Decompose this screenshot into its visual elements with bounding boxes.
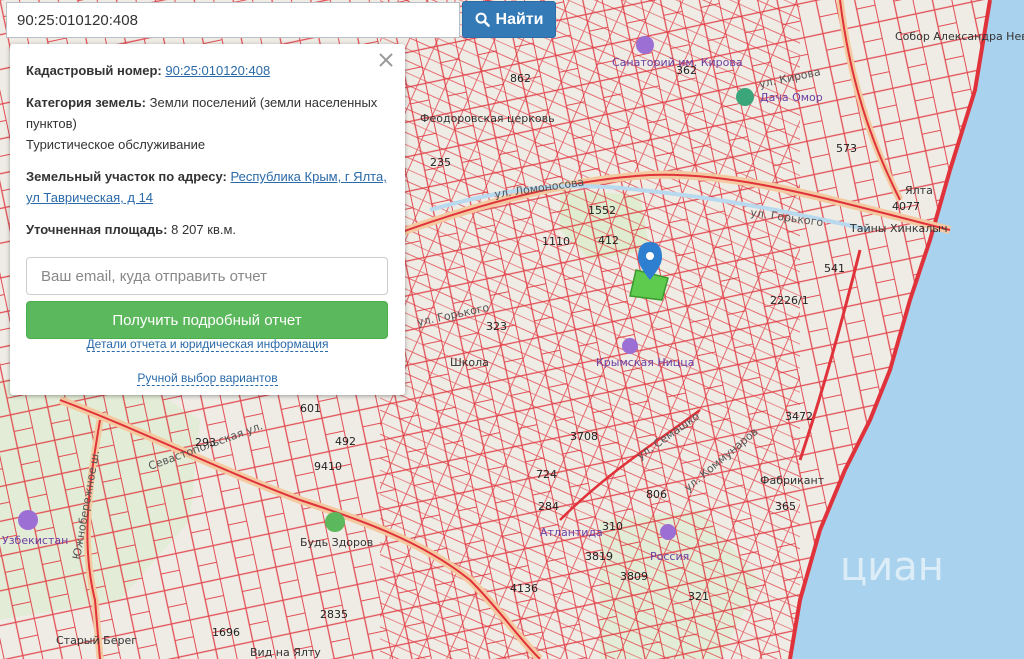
search-icon (475, 12, 490, 27)
parcel-number: 1696 (212, 626, 240, 639)
manual-link-wrap: Ручной выбор вариантов (10, 368, 405, 389)
address-row: Земельный участок по адресу: Республика … (26, 166, 389, 208)
parcel-number: 862 (510, 72, 531, 85)
details-link[interactable]: Детали отчета и юридическая информация (86, 337, 329, 352)
hotel-russia-icon[interactable] (660, 524, 676, 540)
category-label: Категория земель: (26, 95, 147, 110)
poi-cathedral[interactable]: Собор Александра Невского (895, 30, 1024, 43)
parcel-number: 365 (775, 500, 796, 513)
poi-uzbekistan[interactable]: Узбекистан (2, 534, 68, 547)
parcel-number: 4077 (892, 200, 920, 213)
poi-stary-bereg[interactable]: Старый Берег (56, 634, 137, 647)
manual-link[interactable]: Ручной выбор вариантов (137, 371, 278, 386)
cadastral-label: Кадастровый номер: (26, 63, 162, 78)
dacha-icon[interactable] (736, 88, 754, 106)
usage-value: Туристическое обслуживание (26, 137, 206, 152)
poi-dacha[interactable]: Дача Омор (760, 91, 823, 104)
poi-bud-zdorov[interactable]: Будь Здоров (300, 536, 373, 549)
search-button-label: Найти (495, 10, 544, 28)
parcel-number: 293 (195, 436, 216, 449)
poi-shkola[interactable]: Школа (450, 356, 489, 369)
poi-fabrikant[interactable]: Фабрикант (760, 474, 825, 487)
parcel-number: 3708 (570, 430, 598, 443)
category-row: Категория земель: Земли поселений (земли… (26, 92, 389, 155)
parcel-number: 362 (676, 64, 697, 77)
parcel-number: 3472 (785, 410, 813, 423)
parcel-number: 3809 (620, 570, 648, 583)
cadastral-link[interactable]: 90:25:010120:408 (165, 63, 270, 78)
poi-atlantida[interactable]: Атлантида (540, 526, 603, 539)
parcel-number: 492 (335, 435, 356, 448)
parcel-number: 235 (430, 156, 451, 169)
hotel-icon[interactable] (622, 338, 638, 354)
parcel-number: 724 (536, 468, 557, 481)
email-field[interactable] (26, 257, 388, 295)
poi-yalta-hotel[interactable]: Ялта (905, 184, 933, 197)
parcel-number: 3819 (585, 550, 613, 563)
parcel-number: 9410 (314, 460, 342, 473)
details-link-wrap: Детали отчета и юридическая информация (10, 334, 405, 355)
parcel-number: 2835 (320, 608, 348, 621)
parcel-number: 1552 (588, 204, 616, 217)
parcel-number: 310 (602, 520, 623, 533)
parcel-number: 284 (538, 500, 559, 513)
pharmacy-icon[interactable] (325, 512, 345, 532)
poi-church[interactable]: Феодоровская церковь (420, 112, 555, 125)
watermark: циан (840, 544, 944, 590)
parcel-number: 573 (836, 142, 857, 155)
parcel-number: 541 (824, 262, 845, 275)
poi-talisman[interactable]: Тайны Хинкалыч (849, 222, 947, 235)
sanatorium-icon[interactable] (636, 36, 654, 54)
area-value: 8 207 кв.м. (171, 222, 237, 237)
search-button[interactable]: Найти (462, 1, 556, 38)
parcel-number: 1110 (542, 235, 570, 248)
search-input[interactable] (7, 3, 459, 37)
address-label: Земельный участок по адресу: (26, 169, 227, 184)
poi-vid-na-yaltu[interactable]: Вид на Ялту (250, 646, 321, 659)
parcel-number: 4136 (510, 582, 538, 595)
uzbekistan-icon[interactable] (18, 510, 38, 530)
parcel-number: 2226/1 (770, 294, 809, 307)
close-icon[interactable] (377, 51, 395, 69)
search-box (6, 2, 460, 38)
parcel-number: 323 (486, 320, 507, 333)
parcel-number: 412 (598, 234, 619, 247)
parcel-number: 321 (688, 590, 709, 603)
parcel-number: 806 (646, 488, 667, 501)
area-row: Уточненная площадь: 8 207 кв.м. (26, 219, 389, 240)
poi-rossiya[interactable]: Россия (650, 550, 689, 563)
parcel-number: 601 (300, 402, 321, 415)
area-label: Уточненная площадь: (26, 222, 168, 237)
cadastral-row: Кадастровый номер: 90:25:010120:408 (26, 60, 389, 81)
poi-krymskaya[interactable]: Крымская Ницца (596, 356, 694, 369)
parcel-info-panel: Кадастровый номер: 90:25:010120:408 Кате… (10, 44, 405, 395)
